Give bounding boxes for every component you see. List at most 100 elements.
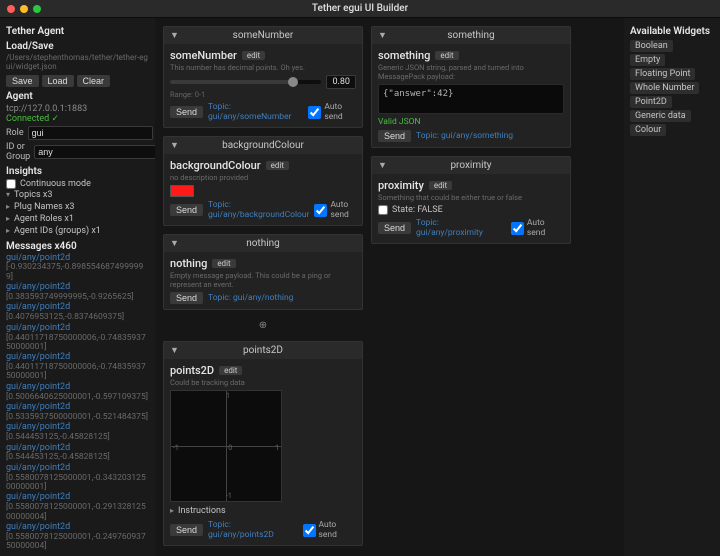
message-value: [0.5580078125000001,-0.24976093750000004… bbox=[6, 533, 149, 552]
continuous-mode-checkbox[interactable]: Continuous mode bbox=[6, 179, 149, 189]
edit-button[interactable]: edit bbox=[242, 51, 265, 60]
caret-icon[interactable]: ▼ bbox=[378, 160, 387, 171]
message-value: [0.544453125,-0.45828125] bbox=[6, 453, 149, 462]
message-value: [0.44011718750000006,-0.7483593750000001… bbox=[6, 334, 149, 353]
topic-label: Topic: gui/any/points2D bbox=[208, 520, 297, 540]
widget-name: something bbox=[378, 49, 430, 62]
drag-handle-icon[interactable]: ⊕ bbox=[163, 318, 363, 333]
caret-icon[interactable]: ▼ bbox=[378, 30, 387, 41]
slider-value[interactable]: 0.80 bbox=[326, 75, 356, 89]
topic-label: Topic: gui/any/backgroundColour bbox=[208, 200, 309, 220]
value-slider[interactable] bbox=[170, 80, 321, 84]
widget-desc: no description provided bbox=[170, 173, 356, 182]
insights-topics[interactable]: Topics x3 bbox=[6, 189, 149, 201]
connection-status: Connected ✓ bbox=[6, 114, 149, 124]
tether-agent-heading: Tether Agent bbox=[6, 26, 149, 37]
message-value: [0.5580078125000001,-0.34320312500000001… bbox=[6, 474, 149, 493]
role-label: Role bbox=[6, 128, 24, 138]
window-titlebar: Tether egui UI Builder bbox=[0, 0, 720, 18]
autosend-checkbox[interactable] bbox=[308, 106, 321, 119]
role-input[interactable] bbox=[28, 126, 153, 140]
send-button[interactable]: Send bbox=[378, 222, 411, 234]
widget-name: proximity bbox=[378, 179, 424, 192]
insights-plugnames[interactable]: Plug Names x3 bbox=[6, 201, 149, 213]
insights-agentids[interactable]: Agent IDs (groups) x1 bbox=[6, 225, 149, 237]
agent-heading: Agent bbox=[6, 91, 149, 102]
panel-proximity: ▼proximity proximityedit Something that … bbox=[371, 156, 571, 244]
range-label: Range: 0-1 bbox=[170, 90, 356, 99]
insights-agentroles[interactable]: Agent Roles x1 bbox=[6, 213, 149, 225]
send-button[interactable]: Send bbox=[170, 292, 203, 304]
message-value: [0.383593749999995,-0.9265625] bbox=[6, 293, 149, 302]
tcp-address: tcp://127.0.0.1:1883 bbox=[6, 104, 149, 114]
widget-name: points2D bbox=[170, 364, 214, 377]
widget-name: someNumber bbox=[170, 49, 237, 62]
widget-desc: Something that could be either true or f… bbox=[378, 193, 564, 202]
available-widget-item[interactable]: Floating Point bbox=[630, 68, 695, 80]
widget-desc: Empty message payload. This could be a p… bbox=[170, 271, 356, 289]
message-value: [0.44011718750000006,-0.7483593750000001… bbox=[6, 363, 149, 382]
message-value: [0.5006640625000001,-0.597109375] bbox=[6, 393, 149, 402]
state-checkbox[interactable]: State: FALSE bbox=[378, 205, 564, 215]
widget-desc: This number has decimal points. Oh yes. bbox=[170, 63, 356, 72]
topic-label: Topic: gui/any/nothing bbox=[208, 293, 293, 303]
widget-desc: Could be tracking data bbox=[170, 378, 356, 387]
edit-button[interactable]: edit bbox=[266, 161, 289, 170]
message-value: [0.544453125,-0.45828125] bbox=[6, 433, 149, 442]
caret-icon[interactable]: ▼ bbox=[170, 345, 179, 356]
messages-heading: Messages x460 bbox=[6, 241, 149, 252]
insights-heading: Insights bbox=[6, 166, 149, 177]
edit-button[interactable]: edit bbox=[212, 259, 235, 268]
panel-somenumber: ▼someNumber someNumberedit This number h… bbox=[163, 26, 363, 128]
caret-icon[interactable]: ▼ bbox=[170, 30, 179, 41]
json-input[interactable]: {"answer":42} bbox=[378, 84, 564, 114]
available-widget-item[interactable]: Colour bbox=[630, 124, 666, 136]
autosend-checkbox[interactable] bbox=[511, 222, 524, 235]
available-widget-item[interactable]: Boolean bbox=[630, 40, 673, 52]
topic-label: Topic: gui/any/something bbox=[416, 131, 513, 141]
message-list: gui/any/point2d[-0.930234375,-0.89855468… bbox=[6, 254, 149, 552]
left-sidebar: Tether Agent Load/Save /Users/stephentho… bbox=[0, 18, 155, 556]
filepath-text: /Users/stephenthomas/tether/tether-egui/… bbox=[6, 54, 149, 72]
window-title: Tether egui UI Builder bbox=[0, 3, 720, 14]
right-sidebar: Available Widgets Boolean Empty Floating P… bbox=[624, 18, 720, 556]
topic-label: Topic: gui/any/proximity bbox=[416, 218, 506, 238]
edit-button[interactable]: edit bbox=[435, 51, 458, 60]
message-value: [0.5335937500000001,-0.521484375] bbox=[6, 413, 149, 422]
json-valid-label: Valid JSON bbox=[378, 117, 564, 127]
available-widget-item[interactable]: Whole Number bbox=[630, 82, 699, 94]
available-widget-item[interactable]: Generic data bbox=[630, 110, 691, 122]
panel-something: ▼something somethingedit Generic JSON st… bbox=[371, 26, 571, 148]
autosend-checkbox[interactable] bbox=[303, 524, 316, 537]
send-button[interactable]: Send bbox=[378, 130, 411, 142]
send-button[interactable]: Send bbox=[170, 524, 203, 536]
colour-swatch[interactable] bbox=[170, 185, 194, 197]
message-value: [-0.930234375,-0.8985546874999999] bbox=[6, 263, 149, 282]
widget-name: backgroundColour bbox=[170, 159, 261, 172]
instructions-expander[interactable]: Instructions bbox=[170, 505, 356, 517]
group-label: ID or Group bbox=[6, 142, 30, 162]
widget-name: nothing bbox=[170, 257, 207, 270]
caret-icon[interactable]: ▼ bbox=[170, 140, 179, 151]
widget-desc: Generic JSON string, parsed and turned i… bbox=[378, 63, 564, 81]
send-button[interactable]: Send bbox=[170, 106, 203, 118]
group-input[interactable] bbox=[34, 145, 155, 159]
save-button[interactable]: Save bbox=[6, 75, 39, 87]
panel-nothing: ▼nothing nothingedit Empty message paylo… bbox=[163, 234, 363, 310]
autosend-checkbox[interactable] bbox=[314, 204, 327, 217]
point2d-plot[interactable]: -1 1 1 -1 0 bbox=[170, 390, 282, 502]
panel-points2d: ▼points2D points2Dedit Could be tracking… bbox=[163, 341, 363, 546]
message-value: [0.4076953125,-0.8374609375] bbox=[6, 313, 149, 322]
topic-label: Topic: gui/any/someNumber bbox=[208, 102, 303, 122]
clear-button[interactable]: Clear bbox=[77, 75, 111, 87]
send-button[interactable]: Send bbox=[170, 204, 203, 216]
edit-button[interactable]: edit bbox=[219, 366, 242, 375]
message-value: [0.5580078125000001,-0.29132812500000004… bbox=[6, 503, 149, 522]
available-widget-item[interactable]: Point2D bbox=[630, 96, 672, 108]
edit-button[interactable]: edit bbox=[429, 181, 452, 190]
loadsave-heading: Load/Save bbox=[6, 41, 149, 52]
available-widgets-heading: Available Widgets bbox=[630, 26, 714, 38]
caret-icon[interactable]: ▼ bbox=[170, 238, 179, 249]
available-widget-item[interactable]: Empty bbox=[630, 54, 665, 66]
load-button[interactable]: Load bbox=[42, 75, 74, 87]
